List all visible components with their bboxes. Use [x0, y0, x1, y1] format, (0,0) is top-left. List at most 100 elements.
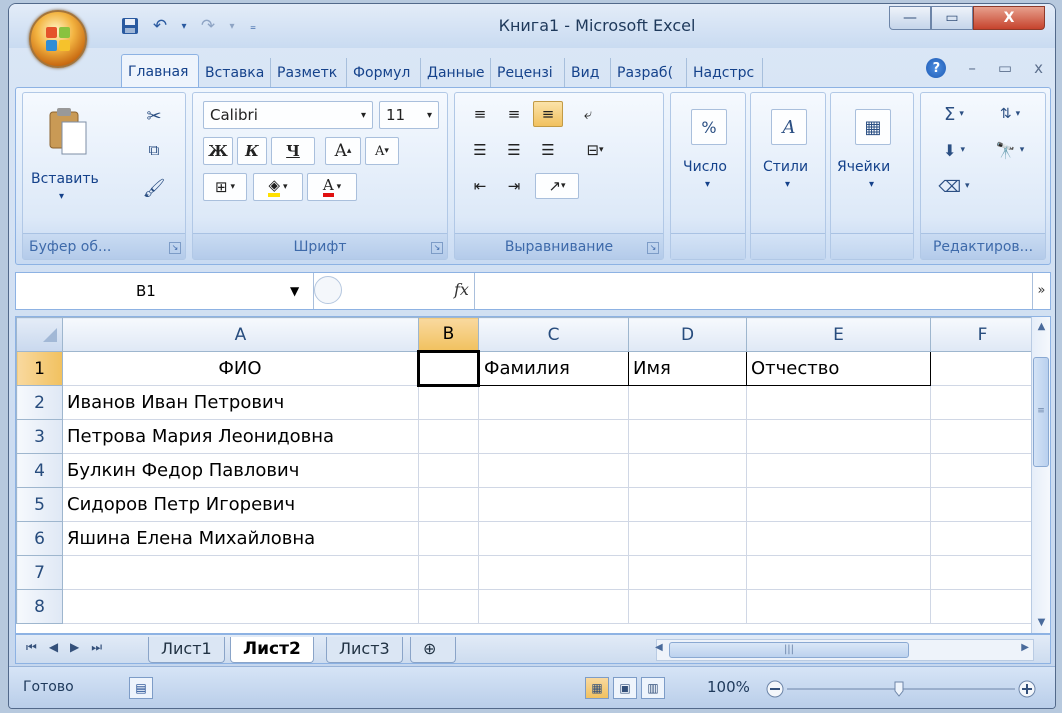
tab-formulas[interactable]: Формул	[347, 58, 421, 88]
cell-b5[interactable]	[418, 487, 479, 522]
styles-group[interactable]: A Стили ▾	[750, 92, 826, 260]
font-dialog-launcher[interactable]: ↘	[431, 242, 443, 254]
scroll-down-icon[interactable]: ▼	[1032, 613, 1050, 633]
office-button[interactable]	[29, 10, 87, 68]
tab-review[interactable]: Рецензі	[491, 58, 565, 88]
worksheet-grid[interactable]: A B C D E F 1 ФИО Фамилия Имя Отчество 2…	[15, 316, 1051, 634]
cell-f4[interactable]	[930, 453, 1035, 488]
cell-c4[interactable]	[478, 453, 629, 488]
cell-f8[interactable]	[930, 589, 1035, 624]
cell-b7[interactable]	[418, 555, 479, 590]
insert-sheet-button[interactable]: ⊕	[410, 637, 456, 663]
cells-group[interactable]: ▦ Ячейки ▾	[830, 92, 914, 260]
cell-d5[interactable]	[628, 487, 747, 522]
number-group[interactable]: % Число ▾	[670, 92, 746, 260]
tab-insert[interactable]: Вставка	[199, 58, 271, 88]
format-painter-button[interactable]: 🖌	[139, 175, 169, 201]
row-header-1[interactable]: 1	[16, 351, 63, 386]
alignment-dialog-launcher[interactable]: ↘	[647, 242, 659, 254]
cell-e3[interactable]	[746, 419, 931, 454]
sheet-tab-2[interactable]: Лист2	[230, 637, 314, 663]
cell-b4[interactable]	[418, 453, 479, 488]
cell-e8[interactable]	[746, 589, 931, 624]
cell-a3[interactable]: Петрова Мария Леонидовна	[62, 419, 419, 454]
cell-e5[interactable]	[746, 487, 931, 522]
cell-a2[interactable]: Иванов Иван Петрович	[62, 385, 419, 420]
cell-b6[interactable]	[418, 521, 479, 556]
cell-a1[interactable]: ФИО	[62, 351, 419, 386]
cell-c7[interactable]	[478, 555, 629, 590]
row-header-2[interactable]: 2	[16, 385, 63, 420]
cell-e2[interactable]	[746, 385, 931, 420]
align-right-button[interactable]: ☰	[533, 137, 563, 163]
increase-indent-button[interactable]: ⇥	[499, 173, 529, 199]
cell-a4[interactable]: Булкин Федор Павлович	[62, 453, 419, 488]
tab-page-layout[interactable]: Разметк	[271, 58, 347, 88]
row-header-5[interactable]: 5	[16, 487, 63, 522]
scroll-left-icon[interactable]: ◀	[655, 642, 663, 653]
shrink-font-button[interactable]: A ▾	[365, 137, 399, 165]
paste-button[interactable]	[43, 103, 93, 159]
vertical-scrollbar[interactable]: ▲ ≡ ▼	[1031, 317, 1050, 633]
formula-bar-resize-handle[interactable]	[314, 276, 342, 304]
column-header-e[interactable]: E	[746, 317, 931, 352]
row-header-6[interactable]: 6	[16, 521, 63, 556]
help-icon[interactable]: ?	[926, 58, 947, 78]
row-header-3[interactable]: 3	[16, 419, 63, 454]
cell-b8[interactable]	[418, 589, 479, 624]
column-header-a[interactable]: A	[62, 317, 419, 352]
cell-b1[interactable]	[417, 350, 480, 387]
align-bottom-button[interactable]: ≡	[533, 101, 563, 127]
first-sheet-icon[interactable]: ⏮	[26, 640, 37, 655]
row-header-4[interactable]: 4	[16, 453, 63, 488]
horizontal-scroll-thumb[interactable]: |||	[669, 642, 909, 658]
name-box-dropdown[interactable]: ▼	[290, 273, 299, 309]
cell-a8[interactable]	[62, 589, 419, 624]
decrease-indent-button[interactable]: ⇤	[465, 173, 495, 199]
cell-e1[interactable]: Отчество	[746, 351, 931, 386]
scroll-up-icon[interactable]: ▲	[1032, 317, 1050, 337]
close-button[interactable]: X	[973, 6, 1045, 30]
merge-center-button[interactable]: ⊟ ▾	[573, 137, 617, 163]
tab-data[interactable]: Данные	[421, 58, 491, 88]
zoom-slider[interactable]	[765, 679, 1041, 699]
cell-c3[interactable]	[478, 419, 629, 454]
cell-f7[interactable]	[930, 555, 1035, 590]
ribbon-restore-icon[interactable]: ▭	[998, 59, 1012, 77]
align-left-button[interactable]: ☰	[465, 137, 495, 163]
normal-view-button[interactable]: ▦	[585, 677, 609, 699]
font-family-select[interactable]: Calibri ▾	[203, 101, 373, 129]
cell-e6[interactable]	[746, 521, 931, 556]
find-select-button[interactable]: 🔭 ▾	[985, 137, 1035, 163]
horizontal-scrollbar[interactable]: ◀ ||| ▶	[655, 639, 1034, 661]
copy-button[interactable]: ⧉	[139, 137, 169, 163]
paste-dropdown-arrow[interactable]: ▾	[59, 191, 64, 202]
cell-d7[interactable]	[628, 555, 747, 590]
underline-button[interactable]: Ч	[271, 137, 315, 165]
next-sheet-icon[interactable]: ▶	[70, 640, 79, 655]
cell-a6[interactable]: Яшина Елена Михайловна	[62, 521, 419, 556]
fill-button[interactable]: ⬇ ▾	[931, 137, 977, 163]
grow-font-button[interactable]: A ▴	[325, 137, 361, 165]
cell-f1[interactable]	[930, 351, 1035, 386]
cell-f3[interactable]	[930, 419, 1035, 454]
align-center-button[interactable]: ☰	[499, 137, 529, 163]
column-header-c[interactable]: C	[478, 317, 629, 352]
cell-c5[interactable]	[478, 487, 629, 522]
last-sheet-icon[interactable]: ⏭	[91, 640, 102, 655]
cell-b3[interactable]	[418, 419, 479, 454]
insert-function-button[interactable]: fx	[454, 280, 469, 299]
cell-e7[interactable]	[746, 555, 931, 590]
prev-sheet-icon[interactable]: ◀	[49, 640, 58, 655]
cell-c1[interactable]: Фамилия	[478, 351, 629, 386]
orientation-button[interactable]: ↗ ▾	[535, 173, 579, 199]
cell-f5[interactable]	[930, 487, 1035, 522]
clear-button[interactable]: ⌫ ▾	[931, 173, 977, 199]
cell-e4[interactable]	[746, 453, 931, 488]
font-size-select[interactable]: 11 ▾	[379, 101, 439, 129]
font-color-button[interactable]: A ▾	[307, 173, 357, 201]
macro-record-button[interactable]: ▤	[129, 677, 153, 699]
align-top-button[interactable]: ≡	[465, 101, 495, 127]
cell-b2[interactable]	[418, 385, 479, 420]
cell-d8[interactable]	[628, 589, 747, 624]
